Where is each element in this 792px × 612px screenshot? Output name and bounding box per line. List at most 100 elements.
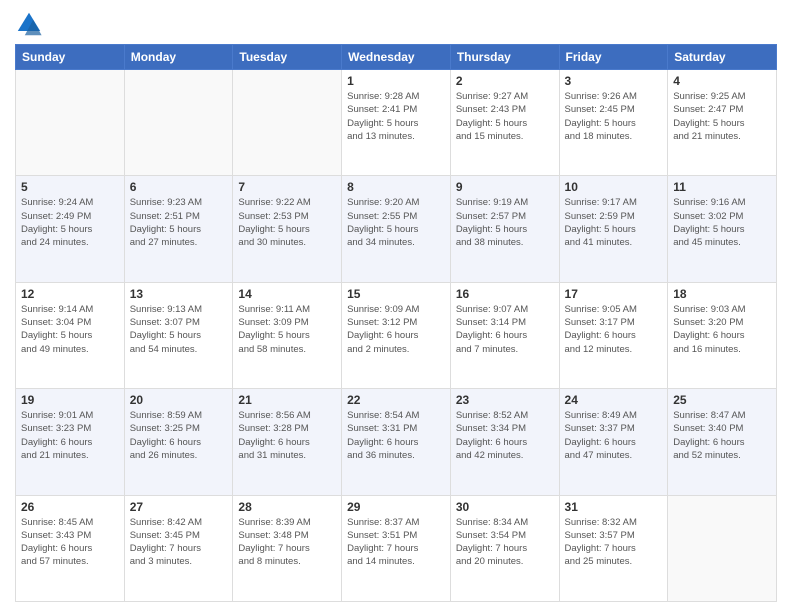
calendar-cell: 2 Sunrise: 9:27 AM Sunset: 2:43 PM Daylig… [450, 70, 559, 176]
day-number: 11 [673, 180, 771, 194]
day-info: Sunrise: 8:47 AM Sunset: 3:40 PM Dayligh… [673, 409, 771, 462]
calendar-cell: 3Sunrise: 9:26 AM Sunset: 2:45 PM Daylig… [559, 70, 668, 176]
calendar-cell: 10 Sunrise: 9:17 AM Sunset: 2:59 PM Dayli… [559, 176, 668, 282]
day-info: Sunrise: 8:49 AM Sunset: 3:37 PM Dayligh… [565, 409, 663, 462]
day-info: Sunrise: 9:03 AM Sunset: 3:20 PM Dayligh… [673, 303, 771, 356]
calendar-cell: 17Sunrise: 9:05 AM Sunset: 3:17 PM Dayli… [559, 282, 668, 388]
week-row-4: 19 Sunrise: 9:01 AM Sunset: 3:23 PM Dayli… [16, 389, 777, 495]
logo-icon [15, 10, 43, 38]
calendar: SundayMondayTuesdayWednesdayThursdayFrid… [15, 44, 777, 602]
day-number: 22 [347, 393, 445, 407]
day-number: 9 [456, 180, 554, 194]
day-number: 7 [238, 180, 336, 194]
calendar-cell: 12 Sunrise: 9:14 AM Sunset: 3:04 PM Dayli… [16, 282, 125, 388]
page: SundayMondayTuesdayWednesdayThursdayFrid… [0, 0, 792, 612]
calendar-cell [16, 70, 125, 176]
calendar-cell: 8 Sunrise: 9:20 AM Sunset: 2:55 PM Daylig… [342, 176, 451, 282]
day-number: 26 [21, 500, 119, 514]
day-info: Sunrise: 8:39 AM Sunset: 3:48 PM Dayligh… [238, 516, 336, 569]
calendar-cell: 11 Sunrise: 9:16 AM Sunset: 3:02 PM Dayli… [668, 176, 777, 282]
calendar-cell: 4 Sunrise: 9:25 AM Sunset: 2:47 PM Daylig… [668, 70, 777, 176]
day-info: Sunrise: 8:59 AM Sunset: 3:25 PM Dayligh… [130, 409, 228, 462]
day-info: Sunrise: 9:16 AM Sunset: 3:02 PM Dayligh… [673, 196, 771, 249]
day-number: 4 [673, 74, 771, 88]
calendar-cell: 18 Sunrise: 9:03 AM Sunset: 3:20 PM Dayli… [668, 282, 777, 388]
weekday-header-tuesday: Tuesday [233, 45, 342, 70]
day-info: Sunrise: 9:11 AM Sunset: 3:09 PM Dayligh… [238, 303, 336, 356]
calendar-cell: 21 Sunrise: 8:56 AM Sunset: 3:28 PM Dayli… [233, 389, 342, 495]
day-info: Sunrise: 8:54 AM Sunset: 3:31 PM Dayligh… [347, 409, 445, 462]
day-number: 6 [130, 180, 228, 194]
day-number: 10 [565, 180, 663, 194]
day-number: 23 [456, 393, 554, 407]
day-number: 31 [565, 500, 663, 514]
day-info: Sunrise: 9:22 AM Sunset: 2:53 PM Dayligh… [238, 196, 336, 249]
day-number: 5 [21, 180, 119, 194]
week-row-2: 5 Sunrise: 9:24 AM Sunset: 2:49 PM Daylig… [16, 176, 777, 282]
weekday-header-sunday: Sunday [16, 45, 125, 70]
day-info: Sunrise: 9:28 AM Sunset: 2:41 PM Dayligh… [347, 90, 445, 143]
calendar-cell: 27Sunrise: 8:42 AM Sunset: 3:45 PM Dayli… [124, 495, 233, 601]
day-number: 12 [21, 287, 119, 301]
calendar-cell: 22 Sunrise: 8:54 AM Sunset: 3:31 PM Dayli… [342, 389, 451, 495]
calendar-cell: 20 Sunrise: 8:59 AM Sunset: 3:25 PM Dayli… [124, 389, 233, 495]
day-info: Sunrise: 8:34 AM Sunset: 3:54 PM Dayligh… [456, 516, 554, 569]
calendar-cell: 1 Sunrise: 9:28 AM Sunset: 2:41 PM Daylig… [342, 70, 451, 176]
calendar-cell: 31Sunrise: 8:32 AM Sunset: 3:57 PM Dayli… [559, 495, 668, 601]
day-info: Sunrise: 8:45 AM Sunset: 3:43 PM Dayligh… [21, 516, 119, 569]
calendar-cell: 15 Sunrise: 9:09 AM Sunset: 3:12 PM Dayli… [342, 282, 451, 388]
day-info: Sunrise: 9:07 AM Sunset: 3:14 PM Dayligh… [456, 303, 554, 356]
weekday-row: SundayMondayTuesdayWednesdayThursdayFrid… [16, 45, 777, 70]
day-info: Sunrise: 9:01 AM Sunset: 3:23 PM Dayligh… [21, 409, 119, 462]
day-number: 18 [673, 287, 771, 301]
calendar-cell [233, 70, 342, 176]
weekday-header-thursday: Thursday [450, 45, 559, 70]
weekday-header-saturday: Saturday [668, 45, 777, 70]
day-info: Sunrise: 9:27 AM Sunset: 2:43 PM Dayligh… [456, 90, 554, 143]
calendar-cell [124, 70, 233, 176]
calendar-cell [668, 495, 777, 601]
day-number: 25 [673, 393, 771, 407]
day-number: 29 [347, 500, 445, 514]
calendar-cell: 26 Sunrise: 8:45 AM Sunset: 3:43 PM Dayli… [16, 495, 125, 601]
day-number: 2 [456, 74, 554, 88]
day-number: 15 [347, 287, 445, 301]
day-info: Sunrise: 9:09 AM Sunset: 3:12 PM Dayligh… [347, 303, 445, 356]
weekday-header-wednesday: Wednesday [342, 45, 451, 70]
day-number: 24 [565, 393, 663, 407]
day-info: Sunrise: 9:13 AM Sunset: 3:07 PM Dayligh… [130, 303, 228, 356]
day-info: Sunrise: 8:56 AM Sunset: 3:28 PM Dayligh… [238, 409, 336, 462]
day-number: 14 [238, 287, 336, 301]
calendar-header: SundayMondayTuesdayWednesdayThursdayFrid… [16, 45, 777, 70]
day-number: 20 [130, 393, 228, 407]
day-info: Sunrise: 9:20 AM Sunset: 2:55 PM Dayligh… [347, 196, 445, 249]
header [15, 10, 777, 38]
calendar-cell: 7 Sunrise: 9:22 AM Sunset: 2:53 PM Daylig… [233, 176, 342, 282]
day-number: 13 [130, 287, 228, 301]
week-row-5: 26 Sunrise: 8:45 AM Sunset: 3:43 PM Dayli… [16, 495, 777, 601]
calendar-cell: 23 Sunrise: 8:52 AM Sunset: 3:34 PM Dayli… [450, 389, 559, 495]
calendar-cell: 24 Sunrise: 8:49 AM Sunset: 3:37 PM Dayli… [559, 389, 668, 495]
calendar-cell: 13 Sunrise: 9:13 AM Sunset: 3:07 PM Dayli… [124, 282, 233, 388]
day-number: 8 [347, 180, 445, 194]
day-info: Sunrise: 9:14 AM Sunset: 3:04 PM Dayligh… [21, 303, 119, 356]
day-info: Sunrise: 9:17 AM Sunset: 2:59 PM Dayligh… [565, 196, 663, 249]
day-info: Sunrise: 9:25 AM Sunset: 2:47 PM Dayligh… [673, 90, 771, 143]
day-info: Sunrise: 8:42 AM Sunset: 3:45 PM Dayligh… [130, 516, 228, 569]
day-info: Sunrise: 8:52 AM Sunset: 3:34 PM Dayligh… [456, 409, 554, 462]
day-number: 17 [565, 287, 663, 301]
day-number: 28 [238, 500, 336, 514]
day-number: 21 [238, 393, 336, 407]
day-number: 19 [21, 393, 119, 407]
day-info: Sunrise: 9:26 AM Sunset: 2:45 PM Dayligh… [565, 90, 663, 143]
calendar-cell: 28 Sunrise: 8:39 AM Sunset: 3:48 PM Dayli… [233, 495, 342, 601]
calendar-cell: 29Sunrise: 8:37 AM Sunset: 3:51 PM Dayli… [342, 495, 451, 601]
calendar-cell: 9Sunrise: 9:19 AM Sunset: 2:57 PM Daylig… [450, 176, 559, 282]
calendar-cell: 14 Sunrise: 9:11 AM Sunset: 3:09 PM Dayli… [233, 282, 342, 388]
day-number: 30 [456, 500, 554, 514]
week-row-3: 12 Sunrise: 9:14 AM Sunset: 3:04 PM Dayli… [16, 282, 777, 388]
day-number: 1 [347, 74, 445, 88]
calendar-cell: 5 Sunrise: 9:24 AM Sunset: 2:49 PM Daylig… [16, 176, 125, 282]
day-info: Sunrise: 9:24 AM Sunset: 2:49 PM Dayligh… [21, 196, 119, 249]
calendar-body: 1 Sunrise: 9:28 AM Sunset: 2:41 PM Daylig… [16, 70, 777, 602]
